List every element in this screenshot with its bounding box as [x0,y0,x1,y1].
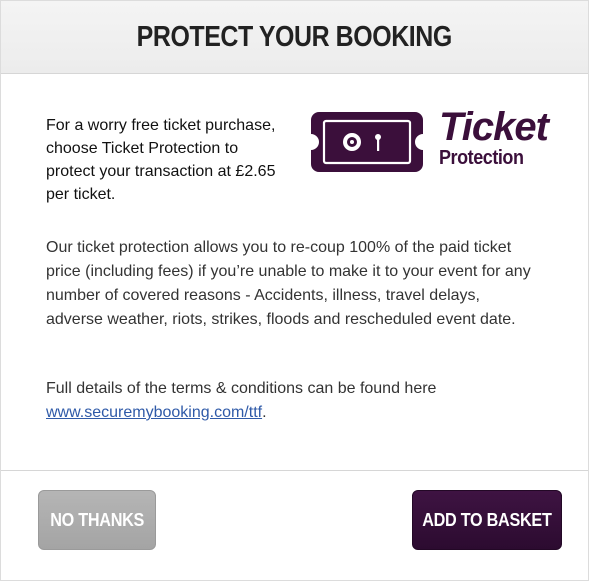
modal-title: PROTECT YOUR BOOKING [136,20,453,53]
terms-label: Full details of the terms & conditions c… [46,380,437,397]
add-to-basket-button[interactable]: ADD TO BASKET [412,490,562,550]
no-thanks-button[interactable]: NO THANKS [38,490,156,550]
logo-subtitle: Protection [439,147,524,169]
modal-header: PROTECT YOUR BOOKING [1,1,588,74]
terms-suffix: . [262,404,267,421]
intro-text: For a worry free ticket purchase, choose… [46,117,276,203]
footer-divider [1,470,588,471]
ticket-icon [311,112,423,172]
no-thanks-label: NO THANKS [50,509,144,530]
terms-text: Full details of the terms & conditions c… [46,377,536,425]
ticket-protection-logo: Ticket Protection [311,105,551,173]
add-to-basket-label: ADD TO BASKET [422,509,552,530]
description-text: Our ticket protection allows you to re-c… [46,239,531,328]
protection-modal: PROTECT YOUR BOOKING For a worry free ti… [0,0,589,581]
terms-link[interactable]: www.securemybooking.com/ttf [46,404,262,421]
logo-word: Ticket [439,105,549,149]
